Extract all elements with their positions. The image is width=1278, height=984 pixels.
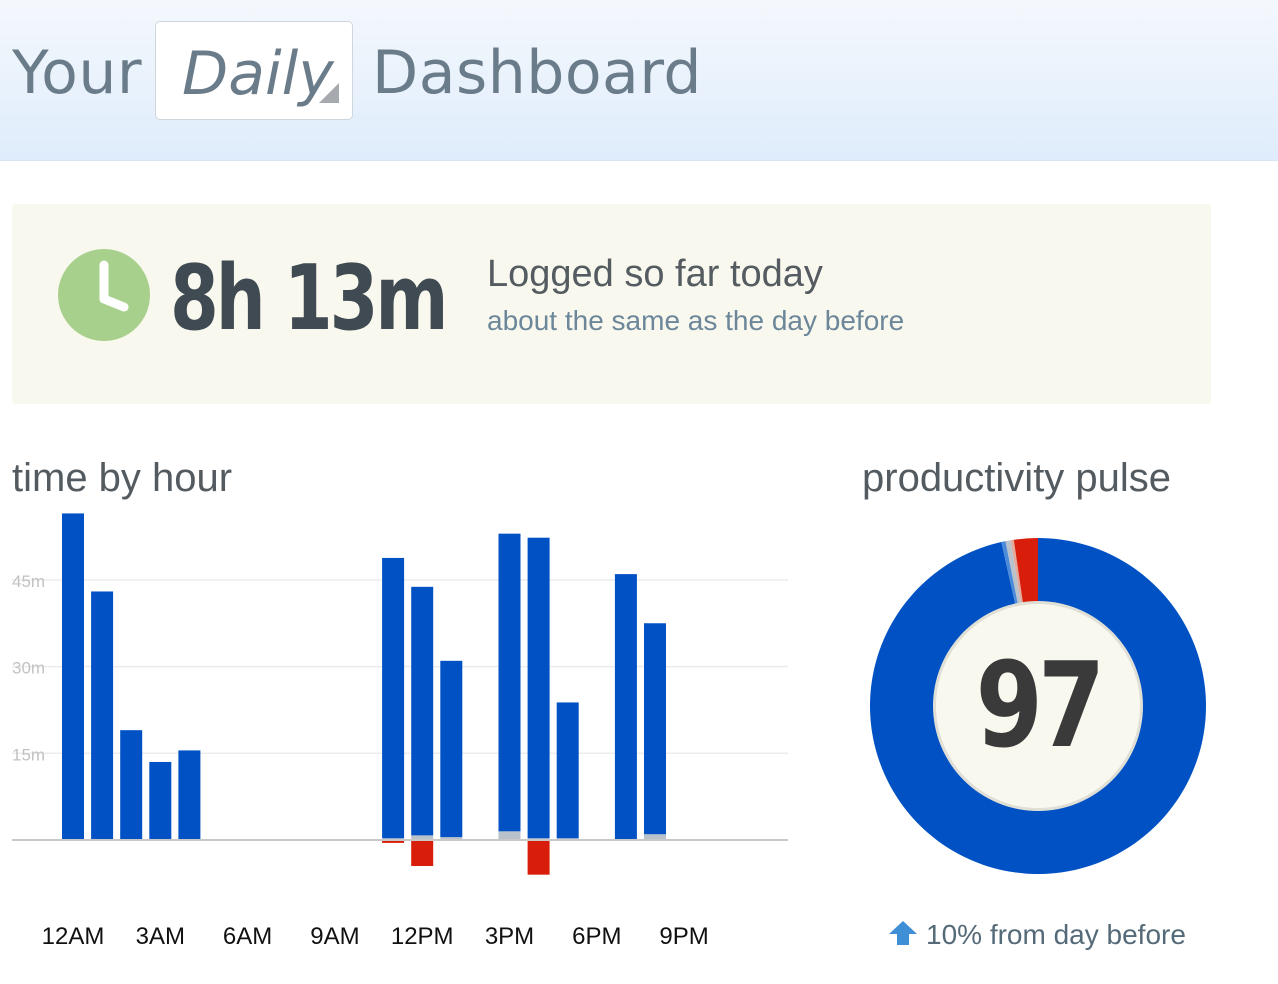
bar-productive: [91, 591, 114, 840]
bar-productive: [644, 623, 666, 835]
bar-productive: [62, 513, 84, 840]
x-tick-label: 3AM: [136, 923, 185, 950]
y-tick-label: 15m: [12, 745, 45, 764]
bar-productive: [498, 533, 521, 832]
logged-label: Logged so far today: [487, 253, 823, 295]
bar-productive: [149, 761, 172, 840]
y-tick-label: 45m: [12, 572, 45, 591]
x-tick-label: 6PM: [572, 923, 621, 950]
x-tick-label: 9PM: [659, 923, 708, 950]
time-by-hour-chart: 15m 30m 45m 12AM 3AM 6AM 9AM 12PM 3PM 6PM 9PM: [12, 513, 788, 950]
bar-productive: [527, 537, 550, 839]
bar-productive: [556, 702, 579, 839]
total-time: 8h 13m: [170, 246, 449, 351]
productivity-pulse-title: productivity pulse: [862, 456, 1172, 500]
comparison-text: about the same as the day before: [487, 305, 905, 336]
dropdown-arrow-icon: [319, 83, 339, 103]
clock-icon: [58, 249, 150, 346]
bar-productive: [411, 586, 434, 836]
bar-productive: [614, 574, 637, 840]
bar-distracting: [411, 840, 434, 867]
bar-productive: [120, 730, 143, 840]
time-by-hour-title: time by hour: [12, 456, 233, 500]
bar-distracting: [527, 840, 550, 875]
title-prefix: Your: [12, 38, 143, 108]
bar-productive: [382, 557, 405, 839]
summary-panel: 8h 13m Logged so far today about the sam…: [12, 204, 1211, 404]
pulse-change-text: 10% from day before: [926, 919, 1186, 950]
x-tick-label: 3PM: [485, 923, 534, 950]
arrow-up-icon: [888, 919, 918, 952]
page-header: Your Daily Dashboard: [0, 0, 1278, 161]
y-tick-label: 30m: [12, 659, 45, 678]
period-select-value: Daily: [182, 39, 334, 109]
x-tick-label: 9AM: [310, 923, 359, 950]
bar-productive: [178, 750, 201, 840]
title-suffix: Dashboard: [372, 38, 703, 108]
x-tick-label: 12AM: [42, 923, 105, 950]
pulse-score: 97: [975, 636, 1106, 774]
period-select[interactable]: Daily: [155, 21, 353, 120]
bar-productive: [440, 660, 463, 838]
pulse-change: 10% from day before: [888, 915, 1186, 955]
x-tick-label: 6AM: [223, 923, 272, 950]
x-tick-label: 12PM: [391, 923, 454, 950]
bar-neutral: [498, 831, 521, 840]
